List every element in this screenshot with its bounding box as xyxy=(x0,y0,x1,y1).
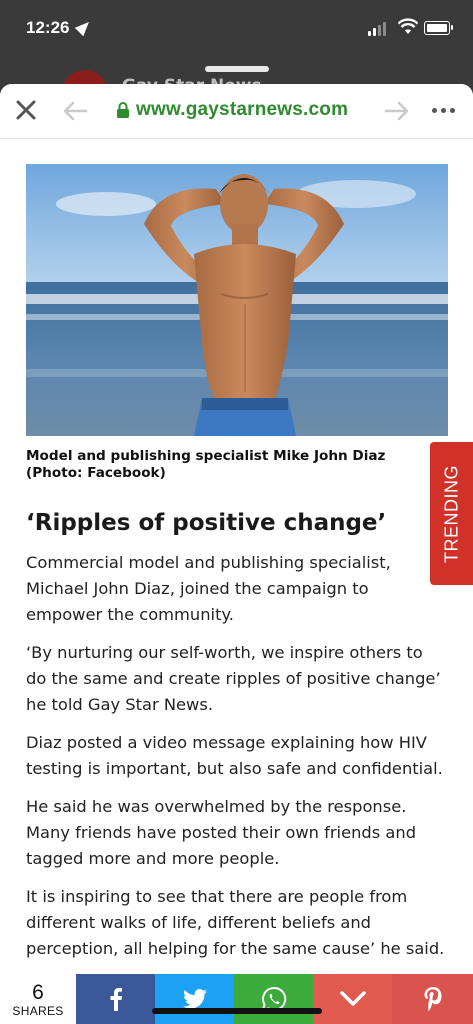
more-options-icon[interactable] xyxy=(432,108,455,113)
share-count: 6 SHARES xyxy=(0,974,76,1024)
chevron-down-icon xyxy=(339,991,366,1006)
twitter-share-button[interactable] xyxy=(155,974,234,1024)
trending-label: TRENDING xyxy=(441,464,461,563)
status-bar: 12:26 xyxy=(0,0,473,58)
status-time: 12:26 xyxy=(26,18,70,37)
twitter-icon xyxy=(182,989,207,1009)
share-bar: 6 SHARES xyxy=(0,974,473,1024)
section-heading: ‘Ripples of positive change’ xyxy=(26,510,387,536)
pinterest-icon xyxy=(424,987,441,1011)
cellular-signal-icon xyxy=(368,22,386,36)
article-paragraph: He said he was overwhelmed by the respon… xyxy=(26,797,417,868)
more-share-button[interactable] xyxy=(313,974,392,1024)
article-paragraph: It is inspiring to see that there are pe… xyxy=(26,887,445,958)
share-count-number: 6 xyxy=(32,981,44,1004)
sheet-drag-handle[interactable] xyxy=(205,66,269,72)
lock-icon xyxy=(117,102,129,118)
whatsapp-share-button[interactable] xyxy=(234,974,313,1024)
browser-toolbar: www.gaystarnews.com xyxy=(0,84,473,139)
article-content: Model and publishing specialist Mike Joh… xyxy=(26,164,448,974)
photo-caption: Model and publishing specialist Mike Joh… xyxy=(26,448,386,481)
facebook-icon xyxy=(110,987,122,1011)
share-count-label: SHARES xyxy=(12,1004,64,1018)
close-icon[interactable] xyxy=(12,96,40,124)
pinterest-share-button[interactable] xyxy=(392,974,473,1024)
article-photo xyxy=(26,164,448,436)
forward-arrow-icon[interactable] xyxy=(384,100,410,122)
browser-sheet: www.gaystarnews.com Model and publishing… xyxy=(0,84,473,1024)
battery-icon xyxy=(424,21,453,35)
back-arrow-icon[interactable] xyxy=(62,100,88,122)
article-paragraph: Commercial model and publishing speciali… xyxy=(26,553,391,624)
location-arrow-icon xyxy=(74,17,94,37)
home-indicator[interactable] xyxy=(152,1008,322,1014)
trending-tab[interactable]: TRENDING xyxy=(430,442,473,585)
url-label[interactable]: www.gaystarnews.com xyxy=(136,99,348,121)
article-paragraph: Diaz posted a video message explaining h… xyxy=(26,733,443,778)
article-paragraph: ‘By nurturing our self-worth, we inspire… xyxy=(26,643,441,714)
wifi-icon xyxy=(398,18,418,34)
facebook-share-button[interactable] xyxy=(76,974,155,1024)
